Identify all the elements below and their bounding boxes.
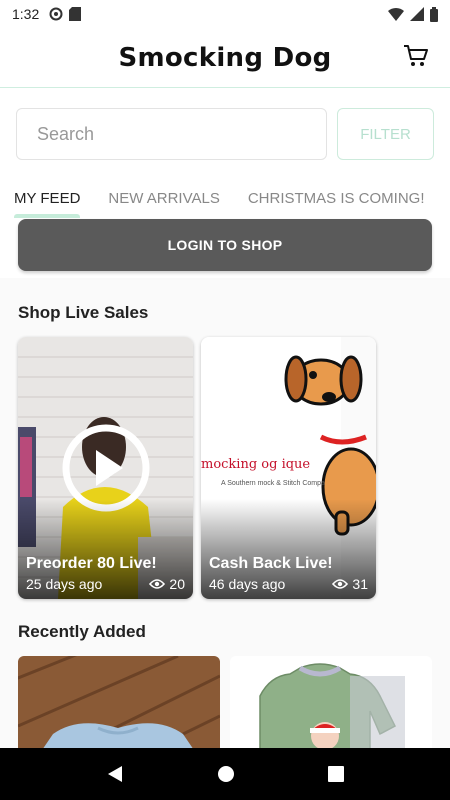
tab-new-arrivals[interactable]: NEW ARRIVALS — [94, 178, 233, 218]
system-nav-bar — [0, 748, 450, 800]
live-sale-meta: 46 days ago 31 — [209, 576, 368, 592]
app-header: Smocking Dog — [0, 28, 450, 88]
feed-tabs: MY FEED NEW ARRIVALS CHRISTMAS IS COMING… — [0, 178, 450, 218]
feed-content: Shop Live Sales Preorder 80 Live! 25 day… — [0, 278, 450, 748]
status-time: 1:32 — [12, 6, 40, 22]
app-title: Smocking Dog — [118, 42, 332, 73]
tab-label: CHRISTMAS IS COMING! — [247, 189, 425, 207]
live-sale-card[interactable]: Preorder 80 Live! 25 days ago 20 — [18, 337, 193, 599]
live-sale-age: 25 days ago — [26, 576, 103, 592]
product-card[interactable] — [18, 656, 220, 748]
search-placeholder: Search — [37, 123, 95, 144]
product-image — [230, 656, 432, 748]
signal-icon — [410, 7, 424, 21]
search-row: Search FILTER — [16, 108, 434, 160]
live-sale-card[interactable]: mocking og ique A Southern mock & Stitch… — [201, 337, 376, 599]
status-bar: 1:32 — [0, 0, 450, 28]
brand-logo-text: mocking og ique — [201, 457, 311, 472]
eye-icon — [149, 579, 166, 589]
wifi-icon — [388, 8, 404, 21]
battery-icon — [430, 6, 438, 22]
product-card[interactable] — [230, 656, 432, 748]
product-image — [18, 656, 220, 748]
view-count-value: 31 — [352, 576, 368, 592]
view-count: 20 — [149, 576, 185, 592]
tab-label: MY FEED — [14, 189, 81, 207]
tab-my-feed[interactable]: MY FEED — [0, 178, 94, 218]
section-title-recent: Recently Added — [18, 622, 146, 641]
live-sale-age: 46 days ago — [209, 576, 286, 592]
back-icon[interactable] — [106, 765, 124, 783]
filter-button[interactable]: FILTER — [337, 108, 434, 160]
cart-icon[interactable] — [402, 42, 430, 70]
view-count-value: 20 — [169, 576, 185, 592]
tab-christmas-is-coming[interactable]: CHRISTMAS IS COMING! — [234, 178, 439, 218]
tab-label: NEW ARRIVALS — [108, 189, 220, 207]
brand-logo-subtext: A Southern mock & Stitch Compa — [221, 480, 325, 487]
search-input[interactable]: Search — [16, 108, 327, 160]
login-to-shop-button[interactable]: LOGIN TO SHOP — [18, 219, 432, 271]
home-icon[interactable] — [217, 765, 235, 783]
live-sale-meta: 25 days ago 20 — [26, 576, 185, 592]
live-sale-title: Preorder 80 Live! — [26, 555, 157, 572]
section-title-live: Shop Live Sales — [18, 303, 149, 322]
tab-active-indicator — [14, 214, 80, 218]
recents-icon[interactable] — [327, 766, 344, 782]
eye-icon — [332, 579, 349, 589]
view-count: 31 — [332, 576, 368, 592]
sd-card-icon — [69, 7, 82, 21]
data-saver-icon — [49, 7, 63, 21]
live-sale-title: Cash Back Live! — [209, 555, 333, 572]
